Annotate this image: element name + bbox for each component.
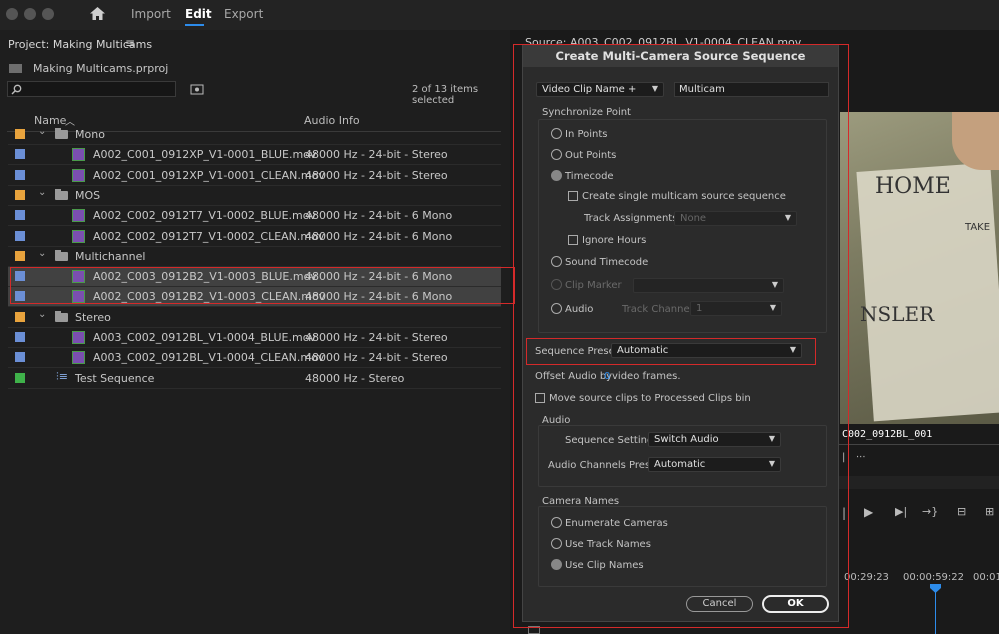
sequence-name: Test Sequence [75, 371, 155, 385]
selection-count: 2 of 13 items selected [412, 84, 479, 106]
bin-row[interactable]: ⌄ Stereo [8, 308, 501, 328]
folder-icon [55, 128, 68, 139]
bin-name: Stereo [75, 310, 111, 324]
chevron-down-icon[interactable]: ⌄ [38, 126, 46, 137]
folder-icon [55, 188, 68, 200]
label-color-swatch[interactable] [15, 250, 25, 261]
insert-icon[interactable]: ⊟ [957, 505, 966, 518]
bin-name: Multichannel [75, 249, 146, 263]
overwrite-icon[interactable]: ⊞ [985, 505, 994, 518]
slate-text-2: NSLER [860, 302, 935, 326]
bin-row[interactable]: ⌄ Multichannel [8, 247, 501, 267]
step-forward-icon[interactable]: ▶| [895, 505, 907, 518]
bin-row[interactable]: ⌄ MOS [8, 186, 501, 206]
audio-info: 48000 Hz - 24-bit - Stereo [305, 351, 448, 365]
table-row[interactable]: A002_C001_0912XP_V1-0001_BLUE.mov 48000 H… [8, 145, 501, 166]
slate-image [856, 162, 999, 422]
clip-name: A002_C001_0912XP_V1-0001_BLUE.mov [93, 148, 317, 162]
new-bin-icon[interactable] [190, 83, 204, 95]
clip-icon [72, 168, 85, 182]
folder-icon [55, 310, 68, 322]
bin-name: Mono [75, 128, 105, 141]
clip-name: A002_C002_0912T7_V1-0002_BLUE.mov [93, 209, 316, 223]
audio-info: 48000 Hz - 24-bit - Stereo [305, 168, 448, 182]
chevron-down-icon[interactable]: ⌄ [38, 248, 46, 259]
clip-name: A003_C002_0912BL_V1-0004_CLEAN.mov [93, 351, 325, 365]
audio-info: 48000 Hz - 24-bit - Stereo [305, 148, 448, 162]
tab-export[interactable]: Export [224, 7, 263, 21]
table-row[interactable]: A002_C001_0912XP_V1-0001_CLEAN.mov 48000 … [8, 166, 501, 186]
folder-icon [55, 249, 68, 261]
chevron-down-icon[interactable]: ⌄ [38, 309, 46, 320]
timecode-label-3: 00:01 [973, 572, 999, 583]
slate-text: HOME [875, 174, 951, 199]
label-color-swatch[interactable] [15, 129, 25, 139]
play-icon[interactable]: ▶ [864, 505, 873, 519]
table-row[interactable]: A002_C002_0912T7_V1-0002_CLEAN.mov 48000 … [8, 227, 501, 247]
audio-info: 48000 Hz - 24-bit - 6 Mono [305, 209, 453, 223]
timecode-label-1: 00:29:23 [844, 572, 889, 583]
highlight-dialog-box [513, 44, 849, 628]
bin-name: MOS [75, 188, 101, 202]
slate-take: TAKE [965, 222, 991, 233]
table-row[interactable]: A003_C002_0912BL_V1-0004_CLEAN.mov 48000 … [8, 348, 501, 369]
go-to-out-icon[interactable]: →} [922, 505, 938, 518]
clip-icon [72, 351, 85, 365]
audio-waveform-icon[interactable]: ⋅⋅⋅ [856, 452, 866, 463]
table-row[interactable]: A003_C002_0912BL_V1-0004_BLUE.mov 48000 H… [8, 328, 501, 348]
timecode-label-2: 00:00:59:22 [903, 572, 965, 583]
label-color-swatch[interactable] [15, 149, 25, 160]
search-input[interactable] [7, 81, 176, 97]
audio-info: 48000 Hz - Stereo [305, 371, 405, 385]
project-file-icon [9, 64, 22, 73]
tab-edit[interactable]: Edit [185, 7, 212, 21]
label-color-swatch[interactable] [15, 210, 25, 221]
window-close-icon[interactable] [6, 8, 18, 20]
label-color-swatch[interactable] [15, 169, 25, 180]
label-color-swatch[interactable] [15, 332, 25, 342]
timeline-ruler[interactable] [838, 476, 999, 489]
video-frame: HOME TAKE NSLER [840, 112, 999, 424]
clip-icon [72, 229, 85, 243]
project-panel: Project: Making Multicams ≡ Making Multi… [0, 30, 510, 634]
clip-name-overlay: C002_0912BL_001 [842, 429, 933, 440]
project-filename: Making Multicams.prproj [33, 62, 169, 75]
divider [838, 444, 999, 445]
clip-icon [72, 209, 85, 223]
table-row[interactable]: A002_C002_0912T7_V1-0002_BLUE.mov 48000 H… [8, 206, 501, 227]
highlight-selected-rows [10, 267, 515, 304]
playhead-icon[interactable] [930, 584, 941, 593]
audio-info: 48000 Hz - 24-bit - Stereo [305, 331, 448, 344]
label-color-swatch[interactable] [15, 230, 25, 241]
hand-image [952, 112, 999, 170]
tab-import[interactable]: Import [131, 7, 171, 21]
label-color-swatch[interactable] [15, 189, 25, 200]
clip-name: A002_C001_0912XP_V1-0001_CLEAN.mov [93, 168, 325, 182]
home-icon[interactable] [89, 6, 106, 21]
label-color-swatch[interactable] [15, 352, 25, 363]
top-bar: Import Edit Export [0, 0, 999, 30]
panel-menu-icon[interactable]: ≡ [125, 36, 135, 50]
clip-icon [72, 331, 85, 344]
active-tab-indicator [185, 24, 204, 26]
label-color-swatch[interactable] [15, 311, 25, 322]
clip-icon [72, 148, 85, 162]
search-icon [11, 84, 22, 95]
sequence-icon: ⫶≡ [56, 369, 68, 383]
highlight-seq-preset [526, 338, 816, 365]
label-color-swatch[interactable] [15, 372, 25, 383]
table-row[interactable]: ⫶≡ Test Sequence 48000 Hz - Stereo [8, 369, 501, 389]
clip-name: A002_C002_0912T7_V1-0002_CLEAN.mov [93, 229, 325, 243]
bin-row[interactable]: ⌄ Mono [8, 125, 501, 145]
clip-name: A003_C002_0912BL_V1-0004_BLUE.mov [93, 331, 316, 344]
audio-info: 48000 Hz - 24-bit - 6 Mono [305, 229, 453, 243]
chevron-down-icon[interactable]: ⌄ [38, 187, 46, 198]
window-zoom-icon[interactable] [42, 8, 54, 20]
window-minimize-icon[interactable] [24, 8, 36, 20]
